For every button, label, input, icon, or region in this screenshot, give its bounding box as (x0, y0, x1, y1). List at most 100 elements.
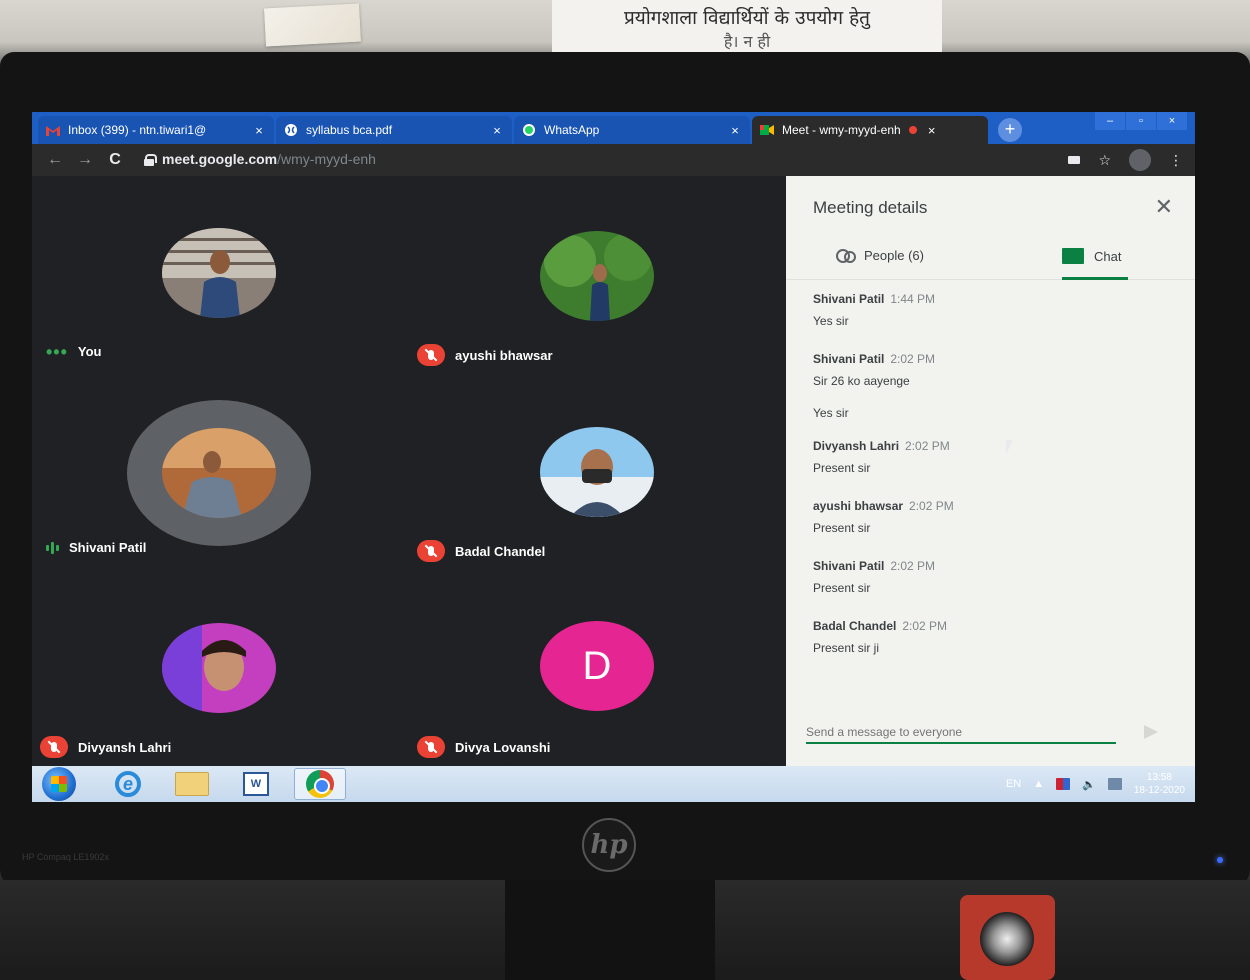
participant-name: Divya Lovanshi (455, 739, 551, 755)
webcam-lens (980, 912, 1034, 966)
participant-tile[interactable]: Badal Chandel (409, 372, 786, 568)
maximize-button[interactable]: ▫ (1126, 112, 1156, 130)
message-sender: Shivani Patil (813, 559, 885, 573)
close-icon[interactable]: × (490, 123, 504, 138)
close-icon[interactable]: × (925, 123, 939, 138)
tab-whatsapp[interactable]: WhatsApp × (514, 116, 750, 144)
url-host: meet.google.com (162, 151, 278, 167)
reload-icon[interactable]: C (104, 151, 126, 169)
close-icon[interactable]: × (252, 123, 266, 138)
message-sender: Shivani Patil (813, 292, 885, 306)
close-icon[interactable]: ✕ (1155, 194, 1173, 220)
avatar (162, 228, 276, 318)
message-text: Present sir (813, 521, 871, 535)
participant-tile[interactable]: Divyansh Lahri (32, 568, 409, 764)
network-icon[interactable] (1107, 778, 1122, 790)
mic-off-icon (417, 344, 445, 366)
participant-name: ayushi bhawsar (455, 347, 553, 363)
participant-label: Badal Chandel (417, 540, 545, 562)
wall-sticker (264, 3, 361, 47)
participant-grid: ••• You ayushi bhawsar Shivani Patil Bad… (32, 176, 786, 766)
message-sender: Divyansh Lahri (813, 439, 900, 453)
participant-name: Divyansh Lahri (78, 739, 172, 755)
participant-label: Shivani Patil (46, 540, 146, 555)
tab-title: syllabus bca.pdf (306, 123, 393, 137)
mic-off-icon (417, 540, 445, 562)
new-tab-button[interactable]: + (998, 118, 1022, 142)
wall-notice: प्रयोगशाला विद्यार्थियों के उपयोग हेतु ह… (552, 0, 942, 52)
word-icon: W (243, 772, 269, 796)
message-sender: Badal Chandel (813, 619, 897, 633)
start-button[interactable] (42, 767, 76, 801)
tab-chat-label: Chat (1094, 248, 1122, 264)
monitor-buttons (880, 846, 1180, 858)
avatar (162, 623, 276, 713)
participant-label: Divyansh Lahri (40, 736, 171, 758)
tab-title: WhatsApp (544, 123, 600, 137)
chat-message-input[interactable] (806, 722, 1116, 742)
tab-gmail[interactable]: Inbox (399) - ntn.tiwari1@ × (38, 116, 274, 144)
avatar (540, 427, 654, 517)
taskbar-ie[interactable]: e (102, 768, 154, 800)
people-icon (836, 248, 856, 263)
clock-date: 18-12-2020 (1133, 785, 1185, 796)
profile-avatar[interactable] (1129, 149, 1151, 171)
menu-dots-icon[interactable]: ⋮ (1169, 152, 1183, 169)
taskbar-word[interactable]: W (230, 768, 282, 800)
message-time: 2:02 PM (890, 352, 936, 366)
wall-notice-line1: प्रयोगशाला विद्यार्थियों के उपयोग हेतु (624, 7, 870, 29)
browser-tabstrip: Inbox (399) - ntn.tiwari1@ × syllabus bc… (32, 112, 1195, 144)
tray-expand-icon[interactable]: ▲ (1033, 778, 1044, 790)
minimize-button[interactable]: – (1095, 112, 1125, 130)
tab-title: Inbox (399) - ntn.tiwari1@ (68, 123, 207, 137)
recording-icon (908, 126, 917, 134)
back-arrow-icon[interactable]: ← (44, 151, 66, 169)
participant-label: ayushi bhawsar (417, 344, 553, 366)
forward-arrow-icon[interactable]: → (74, 151, 96, 169)
participant-tile[interactable]: Shivani Patil (32, 372, 409, 568)
taskbar-chrome[interactable] (294, 768, 346, 800)
camera-icon[interactable] (1068, 156, 1081, 164)
tab-people[interactable]: People (6) (836, 248, 924, 263)
url-field[interactable]: meet.google.com/wmy-myyd-enh (162, 151, 376, 169)
participant-name: Badal Chandel (455, 543, 546, 559)
participant-label: ••• You (46, 343, 102, 361)
gmail-icon (46, 123, 60, 137)
participant-name: You (77, 344, 102, 359)
participant-tile[interactable]: D Divya Lovanshi (409, 568, 786, 764)
folder-icon (175, 772, 209, 796)
message-time: 1:44 PM (890, 292, 936, 306)
language-indicator[interactable]: EN (1006, 778, 1021, 790)
message-text: Present sir ji (813, 641, 880, 655)
address-bar-actions: ☆ ⋮ (1068, 149, 1183, 171)
message-text: Yes sir (813, 406, 849, 420)
active-tab-indicator (1062, 277, 1128, 280)
message-text: Present sir (813, 581, 871, 595)
message-time: 2:02 PM (902, 619, 948, 633)
tray-clock[interactable]: 13:58 18-12-2020 (1134, 771, 1185, 797)
close-icon[interactable]: × (728, 123, 742, 138)
participant-tile[interactable]: ••• You (32, 176, 409, 372)
volume-icon[interactable]: 🔈 (1082, 778, 1096, 791)
window-close-button[interactable]: × (1157, 112, 1187, 130)
chrome-icon (306, 770, 334, 798)
taskbar-explorer[interactable] (166, 768, 218, 800)
tab-chat[interactable]: Chat (1062, 248, 1121, 264)
participant-tile[interactable]: ayushi bhawsar (409, 176, 786, 372)
chat-message: Shivani Patil 2:02 PM Sir 26 ko aayenge Y… (813, 352, 1163, 420)
tab-meet[interactable]: Meet - wmy-myyd-enh × (752, 116, 988, 144)
letter-avatar: D (540, 621, 654, 711)
chat-message: Divyansh Lahri 2:02 PM Present sir (813, 439, 1163, 475)
message-time: 2:02 PM (905, 439, 950, 453)
chat-message: ayushi bhawsar 2:02 PM Present sir (813, 499, 1163, 535)
message-text: Yes sir (813, 314, 849, 328)
avatar (540, 231, 654, 321)
globe-icon (284, 123, 298, 137)
address-bar: ← → C meet.google.com/wmy-myyd-enh ☆ ⋮ (32, 144, 1195, 176)
send-icon[interactable] (1144, 725, 1158, 739)
star-icon[interactable]: ☆ (1098, 152, 1111, 169)
tab-syllabus[interactable]: syllabus bca.pdf × (276, 116, 512, 144)
url-path: /wmy-myyd-enh (277, 151, 376, 167)
action-center-icon[interactable] (1056, 778, 1071, 790)
message-time: 2:02 PM (909, 499, 954, 513)
